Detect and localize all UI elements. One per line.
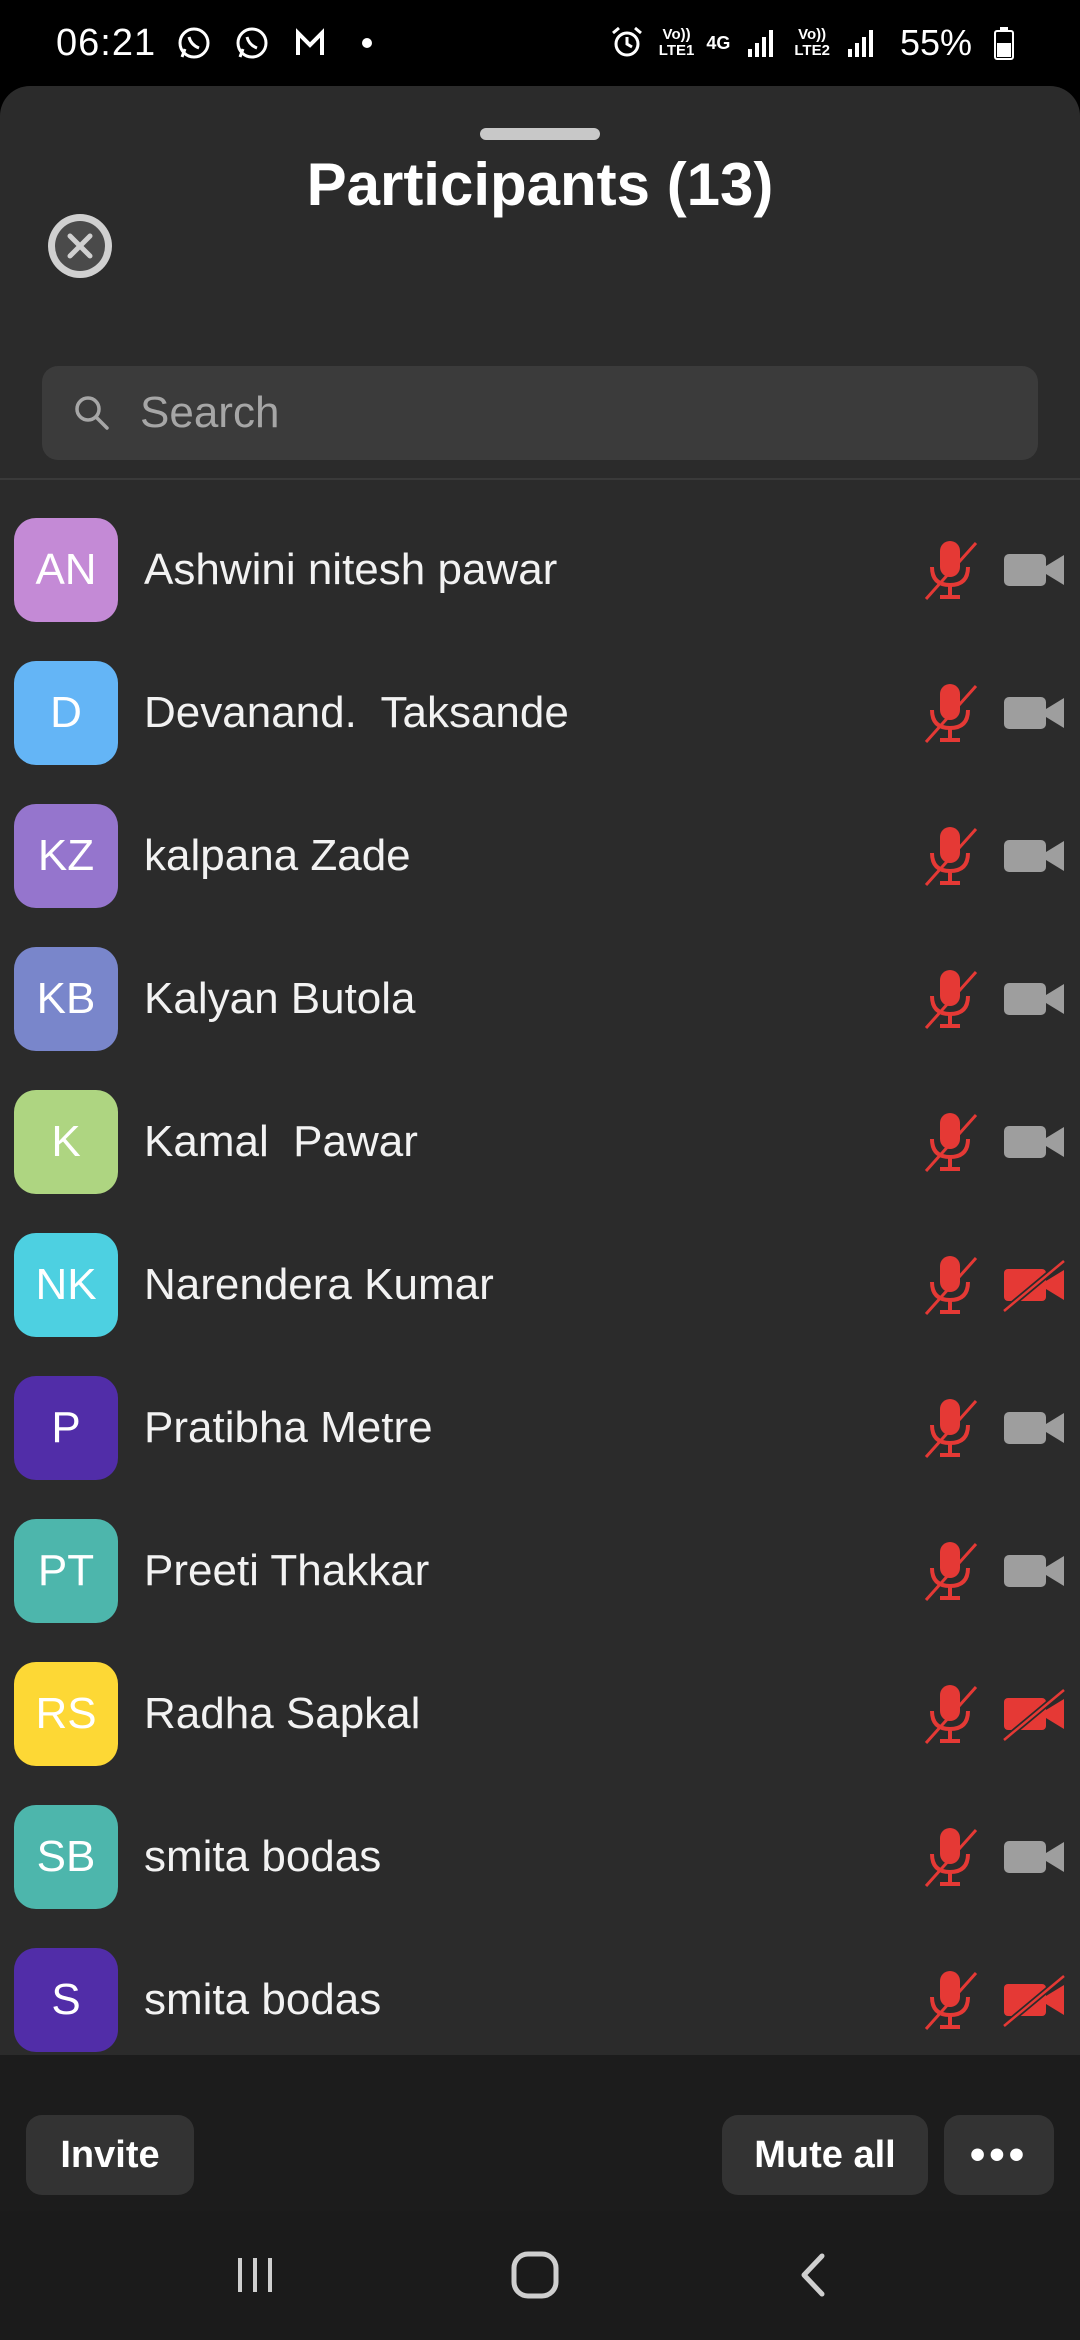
back-button[interactable] bbox=[780, 2243, 850, 2307]
battery-percent: 55% bbox=[899, 22, 972, 63]
participant-name: Pratibha Metre bbox=[144, 1402, 433, 1452]
divider bbox=[0, 478, 1080, 480]
participant-row[interactable]: PT Preeti Thakkar bbox=[0, 1499, 1080, 1642]
mic-muted-icon[interactable] bbox=[918, 678, 982, 748]
mic-muted-icon[interactable] bbox=[918, 1250, 982, 1320]
participant-row[interactable]: Ssmita bodas bbox=[0, 1928, 1080, 2071]
participant-row[interactable]: KB Kalyan Butola bbox=[0, 927, 1080, 1070]
avatar: P bbox=[14, 1375, 118, 1480]
close-button[interactable] bbox=[48, 214, 112, 278]
video-camera-icon[interactable] bbox=[1002, 683, 1068, 743]
participant-name: Kamal Pawar bbox=[144, 1116, 418, 1166]
signal-icon bbox=[742, 23, 782, 63]
participant-list: AN Ashwini nitesh pawar D Devanand. Taksand… bbox=[0, 498, 1080, 2071]
avatar: K bbox=[14, 1089, 118, 1194]
back-icon bbox=[801, 2253, 825, 2297]
participants-sheet: Participants (13) Search AN Ashwini nites… bbox=[0, 86, 1080, 2211]
participant-name: Devanand. Taksande bbox=[144, 687, 569, 737]
avatar: PT bbox=[14, 1518, 118, 1623]
participant-name: smita bodas bbox=[144, 1974, 382, 2024]
more-options-button[interactable]: ••• bbox=[944, 2115, 1054, 2195]
system-nav-bar bbox=[0, 2211, 1080, 2340]
signal-icon bbox=[842, 23, 882, 63]
battery-icon bbox=[984, 23, 1024, 63]
sim1-label: Vo)) LTE1 bbox=[658, 26, 695, 59]
participant-name: kalpana Zade bbox=[144, 830, 411, 880]
invite-button[interactable]: Invite bbox=[26, 2115, 194, 2195]
whatsapp-icon bbox=[174, 23, 214, 63]
network-type: 4G bbox=[706, 33, 731, 53]
search-placeholder: Search bbox=[140, 388, 280, 437]
mic-muted-icon[interactable] bbox=[918, 1107, 982, 1177]
participant-row[interactable]: AN Ashwini nitesh pawar bbox=[0, 498, 1080, 641]
gmail-icon bbox=[290, 23, 330, 63]
recent-apps-button[interactable] bbox=[220, 2243, 290, 2307]
footer-toolbar: Invite Mute all ••• bbox=[0, 2055, 1080, 2211]
search-input[interactable]: Search bbox=[42, 366, 1038, 460]
home-icon bbox=[511, 2251, 559, 2299]
video-camera-icon[interactable] bbox=[1002, 540, 1068, 600]
recent-apps-icon bbox=[238, 2258, 272, 2292]
avatar: S bbox=[14, 1947, 118, 2052]
participant-row[interactable]: KZ kalpana Zade bbox=[0, 784, 1080, 927]
whatsapp-icon bbox=[232, 23, 272, 63]
avatar: SB bbox=[14, 1804, 118, 1909]
search-icon bbox=[75, 396, 109, 430]
mic-muted-icon[interactable] bbox=[918, 535, 982, 605]
participant-name: Radha Sapkal bbox=[144, 1688, 421, 1738]
home-button[interactable] bbox=[500, 2243, 570, 2307]
avatar: D bbox=[14, 660, 118, 765]
mic-muted-icon[interactable] bbox=[918, 821, 982, 891]
participant-name: Narendera Kumar bbox=[144, 1259, 494, 1309]
status-bar: 06:21 Vo)) LTE1 4G Vo)) LTE2 55% bbox=[0, 0, 1080, 86]
sim2-label: Vo)) LTE2 bbox=[794, 26, 830, 59]
mic-muted-icon[interactable] bbox=[918, 1822, 982, 1892]
video-camera-icon[interactable] bbox=[1002, 1112, 1068, 1172]
participant-row[interactable]: RS Radha Sapkal bbox=[0, 1642, 1080, 1785]
drag-handle[interactable] bbox=[480, 128, 600, 140]
alarm-icon bbox=[607, 23, 647, 63]
mic-muted-icon[interactable] bbox=[918, 1536, 982, 1606]
participant-row[interactable]: SB smita bodas bbox=[0, 1785, 1080, 1928]
video-off-icon[interactable] bbox=[1002, 1684, 1068, 1744]
participant-name: Ashwini nitesh pawar bbox=[144, 544, 558, 594]
mic-muted-icon[interactable] bbox=[918, 1393, 982, 1463]
mic-muted-icon[interactable] bbox=[918, 1679, 982, 1749]
video-camera-icon[interactable] bbox=[1002, 826, 1068, 886]
notification-dot-icon bbox=[362, 38, 373, 48]
participant-row[interactable]: D Devanand. Taksande bbox=[0, 641, 1080, 784]
mic-muted-icon[interactable] bbox=[918, 1965, 982, 2035]
page-title: Participants (13) bbox=[306, 151, 774, 218]
participant-row[interactable]: NK Narendera Kumar bbox=[0, 1213, 1080, 1356]
video-camera-icon[interactable] bbox=[1002, 1398, 1068, 1458]
video-camera-icon[interactable] bbox=[1002, 1827, 1068, 1887]
status-time: 06:21 bbox=[56, 21, 157, 64]
participant-name: Preeti Thakkar bbox=[144, 1545, 430, 1595]
participant-name: Kalyan Butola bbox=[144, 973, 416, 1023]
participant-row[interactable]: P Pratibha Metre bbox=[0, 1356, 1080, 1499]
participant-row[interactable]: K Kamal Pawar bbox=[0, 1070, 1080, 1213]
mic-muted-icon[interactable] bbox=[918, 964, 982, 1034]
video-off-icon[interactable] bbox=[1002, 1970, 1068, 2030]
avatar: RS bbox=[14, 1661, 118, 1766]
avatar: NK bbox=[14, 1232, 118, 1337]
mute-all-button[interactable]: Mute all bbox=[722, 2115, 928, 2195]
avatar: AN bbox=[14, 517, 118, 622]
close-icon bbox=[50, 216, 110, 276]
participant-name: smita bodas bbox=[144, 1831, 382, 1881]
avatar: KZ bbox=[14, 803, 118, 908]
avatar: KB bbox=[14, 946, 118, 1051]
video-off-icon[interactable] bbox=[1002, 1255, 1068, 1315]
video-camera-icon[interactable] bbox=[1002, 969, 1068, 1029]
video-camera-icon[interactable] bbox=[1002, 1541, 1068, 1601]
